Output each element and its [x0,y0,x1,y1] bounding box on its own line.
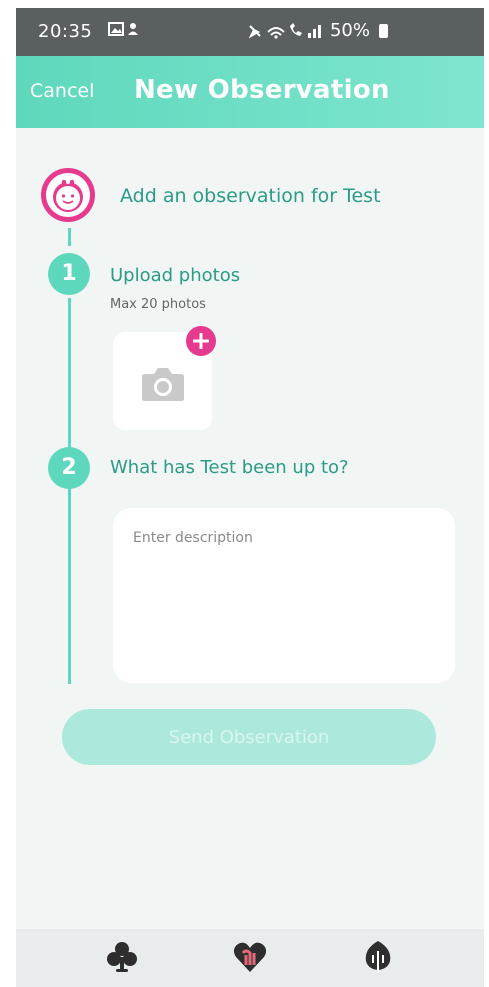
step-2-badge: 2 [48,447,90,489]
cancel-button[interactable]: Cancel [30,80,94,102]
tab-heart[interactable] [232,939,268,975]
club-tree-icon [107,942,137,972]
send-observation-button[interactable]: Send Observation [62,709,436,765]
tab-leaf[interactable] [360,939,396,975]
timeline-line-step-1 [68,298,71,453]
page-title: New Observation [134,75,390,105]
battery-icon [379,23,388,38]
signal-icons [248,22,321,39]
camera-icon [142,368,184,401]
description-question: What has Test been up to? [110,457,349,478]
plus-icon [193,333,209,349]
status-right: 50% [248,20,388,41]
bottom-tab-bar [16,929,484,987]
heart-icon [233,942,267,972]
status-bar: 20:35 50% [16,8,484,56]
timeline-connector [68,228,71,246]
observation-heading: Add an observation for Test [120,185,381,207]
tab-club-tree[interactable] [104,939,140,975]
timeline-line-step-2 [68,488,71,684]
upload-photos-title: Upload photos [110,265,241,286]
status-time: 20:35 [38,21,93,42]
add-photo-button[interactable] [186,326,216,356]
description-input[interactable] [113,508,455,683]
baby-face-icon [53,179,83,212]
child-avatar [41,168,95,222]
notification-icons [108,21,142,41]
leaf-icon [365,941,391,973]
app-frame: 20:35 50% Cancel New Observation Add an … [16,8,484,987]
max-photos-hint: Max 20 photos [110,297,206,312]
gallery-icon [108,22,138,36]
step-1-badge: 1 [48,253,90,295]
battery-percent: 50% [329,20,370,41]
nav-header: Cancel New Observation [16,56,484,128]
